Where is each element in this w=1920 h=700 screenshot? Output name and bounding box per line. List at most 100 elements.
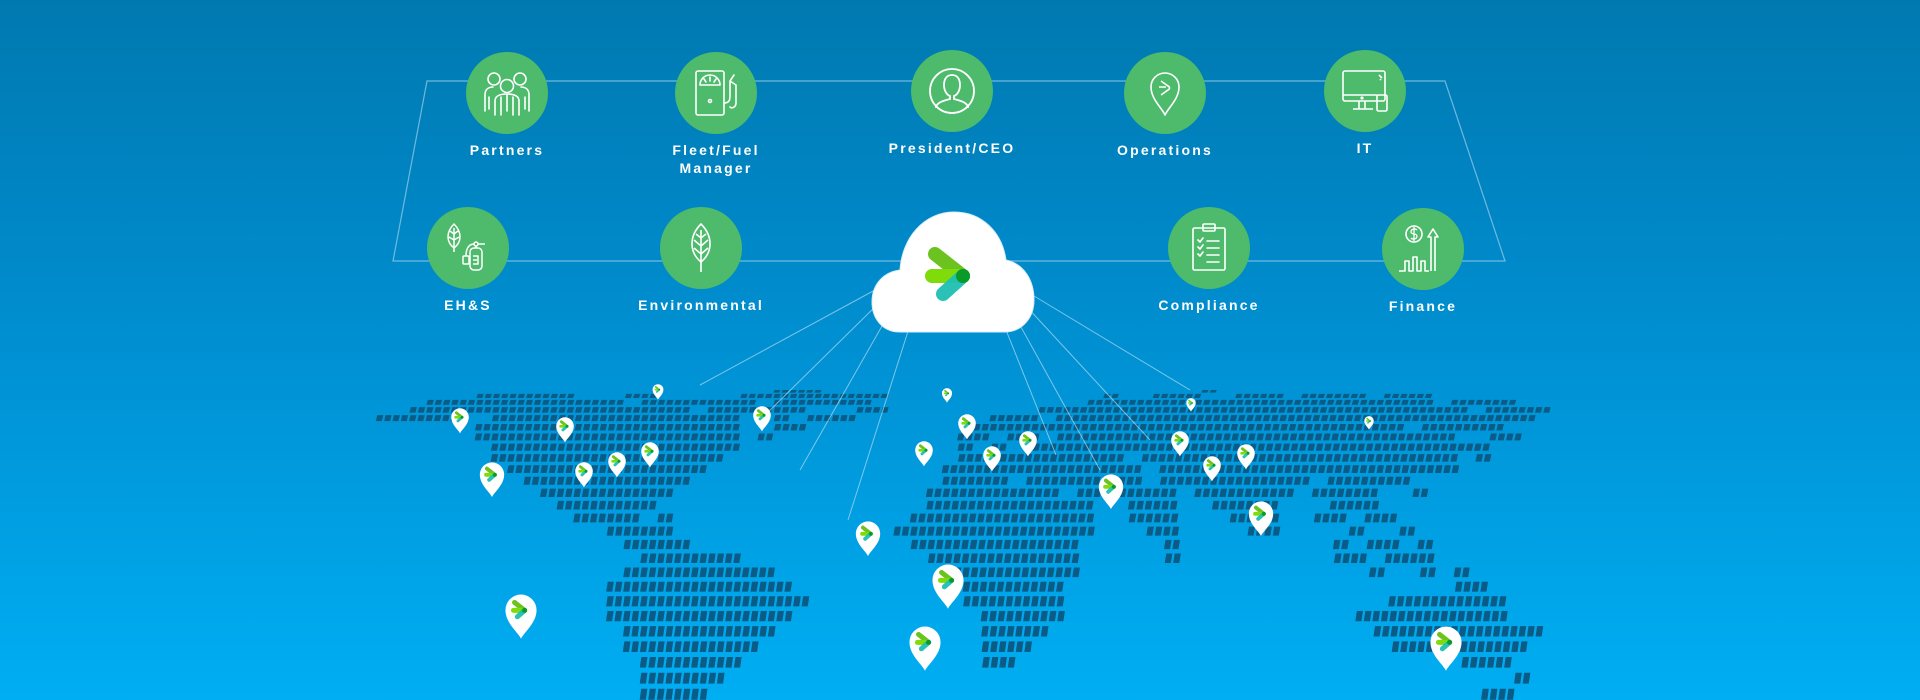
map-tile [550, 393, 559, 398]
map-tile [657, 407, 666, 413]
map-tile [682, 407, 691, 413]
map-tile [649, 415, 657, 422]
map-tile [893, 526, 901, 536]
map-tile [872, 393, 880, 398]
map-tile [649, 399, 657, 405]
map-tile [640, 596, 648, 607]
map-tile [1285, 399, 1294, 405]
map-tile [608, 399, 616, 405]
role-fleet-fuel-manager[interactable]: Fleet/Fuel Manager [616, 52, 816, 177]
map-tile [1033, 454, 1041, 462]
map-pin-logo-icon[interactable] [1099, 474, 1123, 509]
map-tile [1500, 611, 1508, 622]
map-pin-logo-icon[interactable] [909, 627, 940, 671]
map-tile [540, 465, 548, 474]
map-tile [864, 399, 872, 405]
map-tile [1419, 567, 1428, 578]
map-tile [582, 424, 591, 431]
map-tile [1312, 415, 1321, 422]
map-pin-logo-icon[interactable] [1171, 431, 1189, 456]
map-tile [1128, 399, 1137, 405]
map-tile [1088, 415, 1097, 422]
role-it[interactable]: IT [1265, 50, 1465, 157]
map-tile [1490, 596, 1498, 607]
map-tile [1085, 488, 1093, 497]
map-tile [1459, 399, 1467, 405]
map-tile [649, 407, 657, 413]
map-pin-logo-icon[interactable] [1430, 627, 1461, 671]
map-tile [740, 399, 748, 405]
map-tile [733, 626, 742, 637]
map-tile [707, 443, 716, 451]
map-tile [724, 424, 732, 431]
map-tile [624, 415, 633, 422]
map-tile [1083, 454, 1091, 462]
map-tile [615, 476, 624, 485]
map-pin-logo-icon[interactable] [856, 521, 880, 556]
map-tile [981, 424, 989, 431]
role-environmental[interactable]: Environmental [601, 207, 801, 314]
map-tile [1386, 476, 1394, 485]
map-pin-logo-icon[interactable] [641, 442, 659, 467]
map-tile [942, 488, 951, 497]
map-pin-logo-icon[interactable] [1186, 398, 1195, 411]
map-pin-logo-icon[interactable] [505, 595, 536, 639]
map-tile [1279, 415, 1287, 422]
map-tile [1034, 488, 1043, 497]
map-tile [498, 454, 507, 462]
map-tile [1215, 443, 1224, 451]
map-tile [1435, 465, 1443, 474]
map-tile [624, 393, 633, 398]
map-tile [1206, 433, 1215, 441]
role-president-ceo[interactable]: President/CEO [852, 50, 1052, 157]
finance-growth-icon [1399, 225, 1439, 272]
map-tile [699, 415, 707, 422]
map-tile [665, 553, 674, 564]
map-pin-logo-icon[interactable] [753, 406, 771, 431]
map-pin-logo-icon[interactable] [480, 462, 504, 497]
map-tile [1440, 611, 1449, 622]
map-tile [623, 488, 632, 497]
map-tile [682, 399, 691, 405]
role-compliance[interactable]: Compliance [1109, 207, 1309, 314]
map-tile [1408, 393, 1416, 398]
map-tile [691, 656, 699, 668]
map-pin-logo-icon[interactable] [1019, 431, 1037, 456]
role-finance[interactable]: Finance [1323, 208, 1523, 315]
map-tile [1146, 415, 1155, 422]
map-tile [1366, 454, 1375, 462]
map-tile [1304, 415, 1312, 422]
map-pin-logo-icon[interactable] [915, 441, 933, 466]
map-tile [507, 443, 516, 451]
map-tile [927, 539, 936, 550]
map-tile [1483, 399, 1492, 405]
map-tile [1225, 465, 1234, 474]
map-tile [1407, 626, 1416, 637]
map-pin-logo-icon[interactable] [451, 408, 469, 433]
role-operations[interactable]: Operations [1065, 52, 1265, 159]
cloud-hub[interactable] [870, 208, 1036, 334]
map-pin-logo-icon[interactable] [932, 565, 963, 609]
map-tile [682, 553, 691, 564]
map-tile [1409, 399, 1418, 405]
map-tile [1417, 539, 1425, 550]
map-tile [1412, 488, 1420, 497]
map-pin-logo-icon[interactable] [608, 452, 626, 477]
map-tile [996, 567, 1004, 578]
role-ehs[interactable]: EH&S [368, 207, 568, 314]
map-tile [944, 553, 953, 564]
map-tile [614, 596, 623, 607]
map-tile [1381, 513, 1389, 523]
map-tile [1313, 513, 1322, 523]
map-tile [1339, 513, 1347, 523]
map-tile [540, 454, 549, 462]
map-pin-logo-icon[interactable] [942, 388, 952, 402]
map-tile [1038, 407, 1046, 413]
map-tile [1065, 433, 1073, 441]
map-tile [1236, 399, 1244, 405]
map-tile [1380, 611, 1389, 622]
map-tile [943, 500, 951, 510]
map-tile [1140, 433, 1148, 441]
role-partners[interactable]: Partners [407, 52, 607, 159]
map-tile [1149, 454, 1158, 462]
